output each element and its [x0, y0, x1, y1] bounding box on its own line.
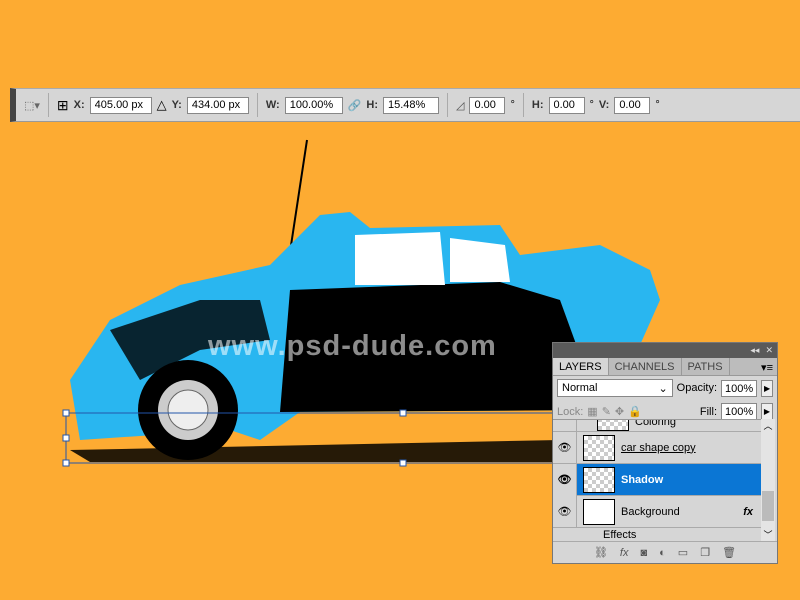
opacity-input[interactable]: 100%	[721, 379, 758, 397]
lock-label: Lock:	[557, 405, 584, 418]
relative-position-icon[interactable]: △	[157, 97, 167, 113]
watermark: www.psd-dude.com	[208, 330, 497, 362]
link-icon[interactable]: 🔗	[348, 99, 362, 112]
layer-name: Effects	[603, 528, 637, 541]
fill-input[interactable]: 100%	[721, 403, 757, 420]
layer-thumbnail	[583, 434, 615, 461]
vskew-input[interactable]	[614, 96, 651, 114]
angle-icon: ◿	[456, 99, 465, 112]
layer-thumbnail	[597, 420, 629, 431]
layer-name: Coloring	[635, 419, 676, 428]
x-label: X:	[73, 99, 85, 111]
y-label: Y:	[171, 99, 182, 111]
chevron-down-icon: ⌄	[658, 383, 668, 395]
degree-symbol: °	[510, 99, 515, 111]
divider	[522, 93, 524, 117]
degree-symbol: °	[589, 99, 594, 111]
visibility-eye-icon[interactable]: 👁	[553, 495, 577, 528]
visibility-eye-icon[interactable]	[553, 420, 577, 432]
degree-symbol: °	[655, 99, 660, 111]
link-layers-icon[interactable]: ⛓	[594, 546, 608, 559]
width-input[interactable]	[284, 96, 343, 114]
panel-menu-icon[interactable]: ▾≡	[757, 358, 777, 375]
move-tool-icon[interactable]: ⬚▾	[24, 99, 40, 112]
blend-mode-value: Normal	[562, 382, 598, 394]
scroll-down-icon[interactable]: ﹀	[761, 528, 775, 541]
divider	[447, 93, 449, 117]
hskew-label: H:	[531, 99, 544, 111]
fill-arrow[interactable]: ▶	[761, 403, 773, 420]
layer-name: Background	[621, 505, 680, 518]
layer-shadow[interactable]: 👁 Shadow	[553, 463, 761, 496]
opacity-label: Opacity:	[676, 382, 718, 394]
tab-channels[interactable]: CHANNELS	[609, 358, 682, 375]
divider	[256, 93, 258, 117]
options-bar: ⬚▾ ⊞ X: △ Y: W: 🔗 H: ◿ ° H: ° V: °	[10, 88, 800, 122]
layer-effects[interactable]: Effects	[553, 528, 761, 541]
fx-icon[interactable]: fx	[743, 506, 753, 518]
collapse-icon[interactable]: ◂◂	[750, 345, 759, 356]
visibility-eye-icon[interactable]: 👁	[553, 463, 577, 496]
hskew-input[interactable]	[548, 96, 585, 114]
layer-car-shape-copy[interactable]: 👁 car shape copy	[553, 431, 761, 464]
lock-all-icon[interactable]: 🔒	[628, 405, 642, 418]
opacity-arrow[interactable]: ▶	[761, 379, 773, 397]
lock-move-icon[interactable]: ✥	[615, 405, 624, 418]
lock-brush-icon[interactable]: ✎	[602, 405, 611, 418]
tab-paths[interactable]: PATHS	[682, 358, 730, 375]
layers-list: Coloring 👁 car shape copy 👁 Shadow 👁 Bac…	[553, 419, 761, 541]
scroll-up-icon[interactable]: ︿	[761, 419, 775, 432]
layer-name: car shape copy	[621, 441, 696, 454]
layers-scrollbar[interactable]: ︿ ﹀	[761, 419, 775, 541]
scroll-thumb[interactable]	[762, 491, 774, 521]
panel-footer: ⛓ fx ◙ ◐ ▭ ❐ 🗑	[553, 541, 777, 563]
vskew-label: V:	[598, 99, 610, 111]
delete-layer-icon[interactable]: 🗑	[722, 546, 736, 559]
angle-input[interactable]	[469, 96, 506, 114]
panel-titlebar: ◂◂ ✕	[553, 343, 777, 358]
w-label: W:	[265, 99, 280, 111]
layer-coloring[interactable]: Coloring	[553, 419, 761, 432]
new-group-icon[interactable]: ▭	[678, 546, 688, 559]
layer-thumbnail	[583, 466, 615, 493]
blend-mode-select[interactable]: Normal ⌄	[557, 379, 673, 397]
new-layer-icon[interactable]: ❐	[700, 546, 710, 559]
tab-layers[interactable]: LAYERS	[553, 358, 609, 375]
layers-panel: ◂◂ ✕ LAYERS CHANNELS PATHS ▾≡ Normal ⌄ Op…	[552, 342, 778, 564]
close-icon[interactable]: ✕	[765, 345, 773, 356]
adjustment-layer-icon[interactable]: ◐	[659, 547, 666, 559]
height-input[interactable]	[383, 96, 440, 114]
divider	[47, 93, 49, 117]
add-style-icon[interactable]: fx	[620, 547, 629, 559]
layer-name: Shadow	[621, 473, 664, 486]
layer-thumbnail	[583, 498, 615, 525]
y-input[interactable]	[186, 96, 249, 114]
lock-transparency-icon[interactable]: ▦	[587, 405, 597, 418]
x-input[interactable]	[89, 96, 152, 114]
reference-point-icon[interactable]: ⊞	[57, 97, 69, 114]
visibility-eye-icon[interactable]: 👁	[553, 431, 577, 464]
fill-label: Fill:	[699, 405, 717, 418]
h-label: H:	[366, 99, 379, 111]
layer-background[interactable]: 👁 Background fx	[553, 495, 761, 528]
add-mask-icon[interactable]: ◙	[640, 547, 647, 559]
